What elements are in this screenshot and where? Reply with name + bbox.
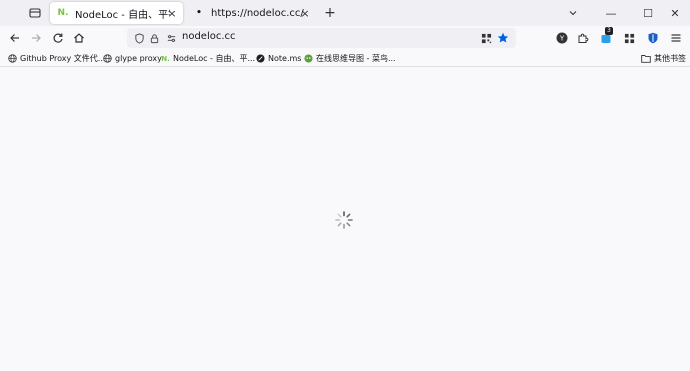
other-bookmarks[interactable]: 其他书签 bbox=[641, 52, 686, 65]
reload-icon[interactable] bbox=[50, 30, 66, 46]
home-icon[interactable] bbox=[71, 30, 87, 46]
shield-extension-icon[interactable] bbox=[645, 30, 661, 46]
mindmap-icon bbox=[304, 54, 313, 63]
bookmark-label: Note.ms bbox=[268, 54, 302, 63]
minimize-button[interactable]: — bbox=[602, 4, 620, 22]
grid-apps-icon[interactable] bbox=[621, 30, 637, 46]
note-icon bbox=[256, 54, 265, 63]
back-arrow-icon[interactable] bbox=[7, 30, 23, 46]
loading-dot-icon: • bbox=[196, 8, 202, 18]
bookmarks-toolbar: Github Proxy 文件代... glype proxy N. NodeL… bbox=[0, 50, 690, 67]
bookmark-label: Github Proxy 文件代... bbox=[20, 54, 106, 63]
bookmark-label: 在线思维导图 - 菜鸟... bbox=[316, 54, 396, 63]
tab-nodeloc[interactable]: N. NodeLoc - 自由、平等、友好、 × bbox=[50, 2, 183, 24]
close-tab-icon[interactable]: × bbox=[298, 6, 312, 20]
site-permissions-icon[interactable] bbox=[163, 30, 179, 46]
forward-arrow-icon[interactable] bbox=[28, 30, 44, 46]
tab-title: NodeLoc - 自由、平等、友好、 bbox=[75, 9, 170, 21]
tab-list-icon[interactable] bbox=[27, 5, 43, 21]
qr-code-icon[interactable] bbox=[478, 30, 494, 46]
globe-icon bbox=[8, 54, 17, 63]
address-bar[interactable]: nodeloc.cc bbox=[127, 28, 516, 48]
bookmark-mindmap[interactable]: 在线思维导图 - 菜鸟... bbox=[304, 52, 396, 65]
shield-tracking-icon[interactable] bbox=[131, 30, 147, 46]
navigation-toolbar: nodeloc.cc Y 3 bbox=[0, 26, 690, 50]
url-text[interactable]: nodeloc.cc bbox=[182, 31, 236, 42]
tab-title: https://nodeloc.cc/ bbox=[211, 7, 304, 19]
close-tab-icon[interactable]: × bbox=[165, 6, 179, 20]
bookmark-note-ms[interactable]: Note.ms bbox=[256, 52, 301, 65]
extension-badge: 3 bbox=[605, 27, 613, 35]
lock-icon[interactable] bbox=[146, 30, 162, 46]
bookmark-label: NodeLoc - 自由、平... bbox=[173, 54, 256, 63]
tab-strip: N. NodeLoc - 自由、平等、友好、 × • https://nodel… bbox=[0, 0, 690, 26]
nodeloc-icon: N. bbox=[161, 54, 170, 63]
bookmark-label: glype proxy bbox=[115, 54, 162, 63]
folder-icon bbox=[641, 54, 651, 63]
bookmark-github-proxy[interactable]: Github Proxy 文件代... bbox=[8, 52, 105, 65]
new-tab-button[interactable]: + bbox=[322, 5, 338, 21]
tab-nodeloc-url[interactable]: • https://nodeloc.cc/ × bbox=[186, 2, 316, 24]
nodeloc-favicon-icon: N. bbox=[57, 8, 69, 18]
svg-text:Y: Y bbox=[559, 35, 565, 43]
extensions-puzzle-icon[interactable] bbox=[575, 30, 591, 46]
extension-y-icon[interactable]: Y bbox=[554, 30, 570, 46]
bookmark-star-icon[interactable] bbox=[495, 30, 511, 46]
bookmark-glype-proxy[interactable]: glype proxy bbox=[103, 52, 162, 65]
globe-icon bbox=[103, 54, 112, 63]
menu-hamburger-icon[interactable] bbox=[668, 30, 684, 46]
page-content bbox=[0, 67, 690, 371]
maximize-button[interactable]: ☐ bbox=[639, 4, 657, 22]
loading-spinner-icon bbox=[335, 211, 353, 229]
other-bookmarks-label: 其他书签 bbox=[654, 54, 686, 63]
bookmark-nodeloc[interactable]: N. NodeLoc - 自由、平... bbox=[161, 52, 255, 65]
close-window-button[interactable]: ✕ bbox=[666, 4, 684, 22]
list-all-tabs-chevron-icon[interactable] bbox=[564, 4, 582, 22]
